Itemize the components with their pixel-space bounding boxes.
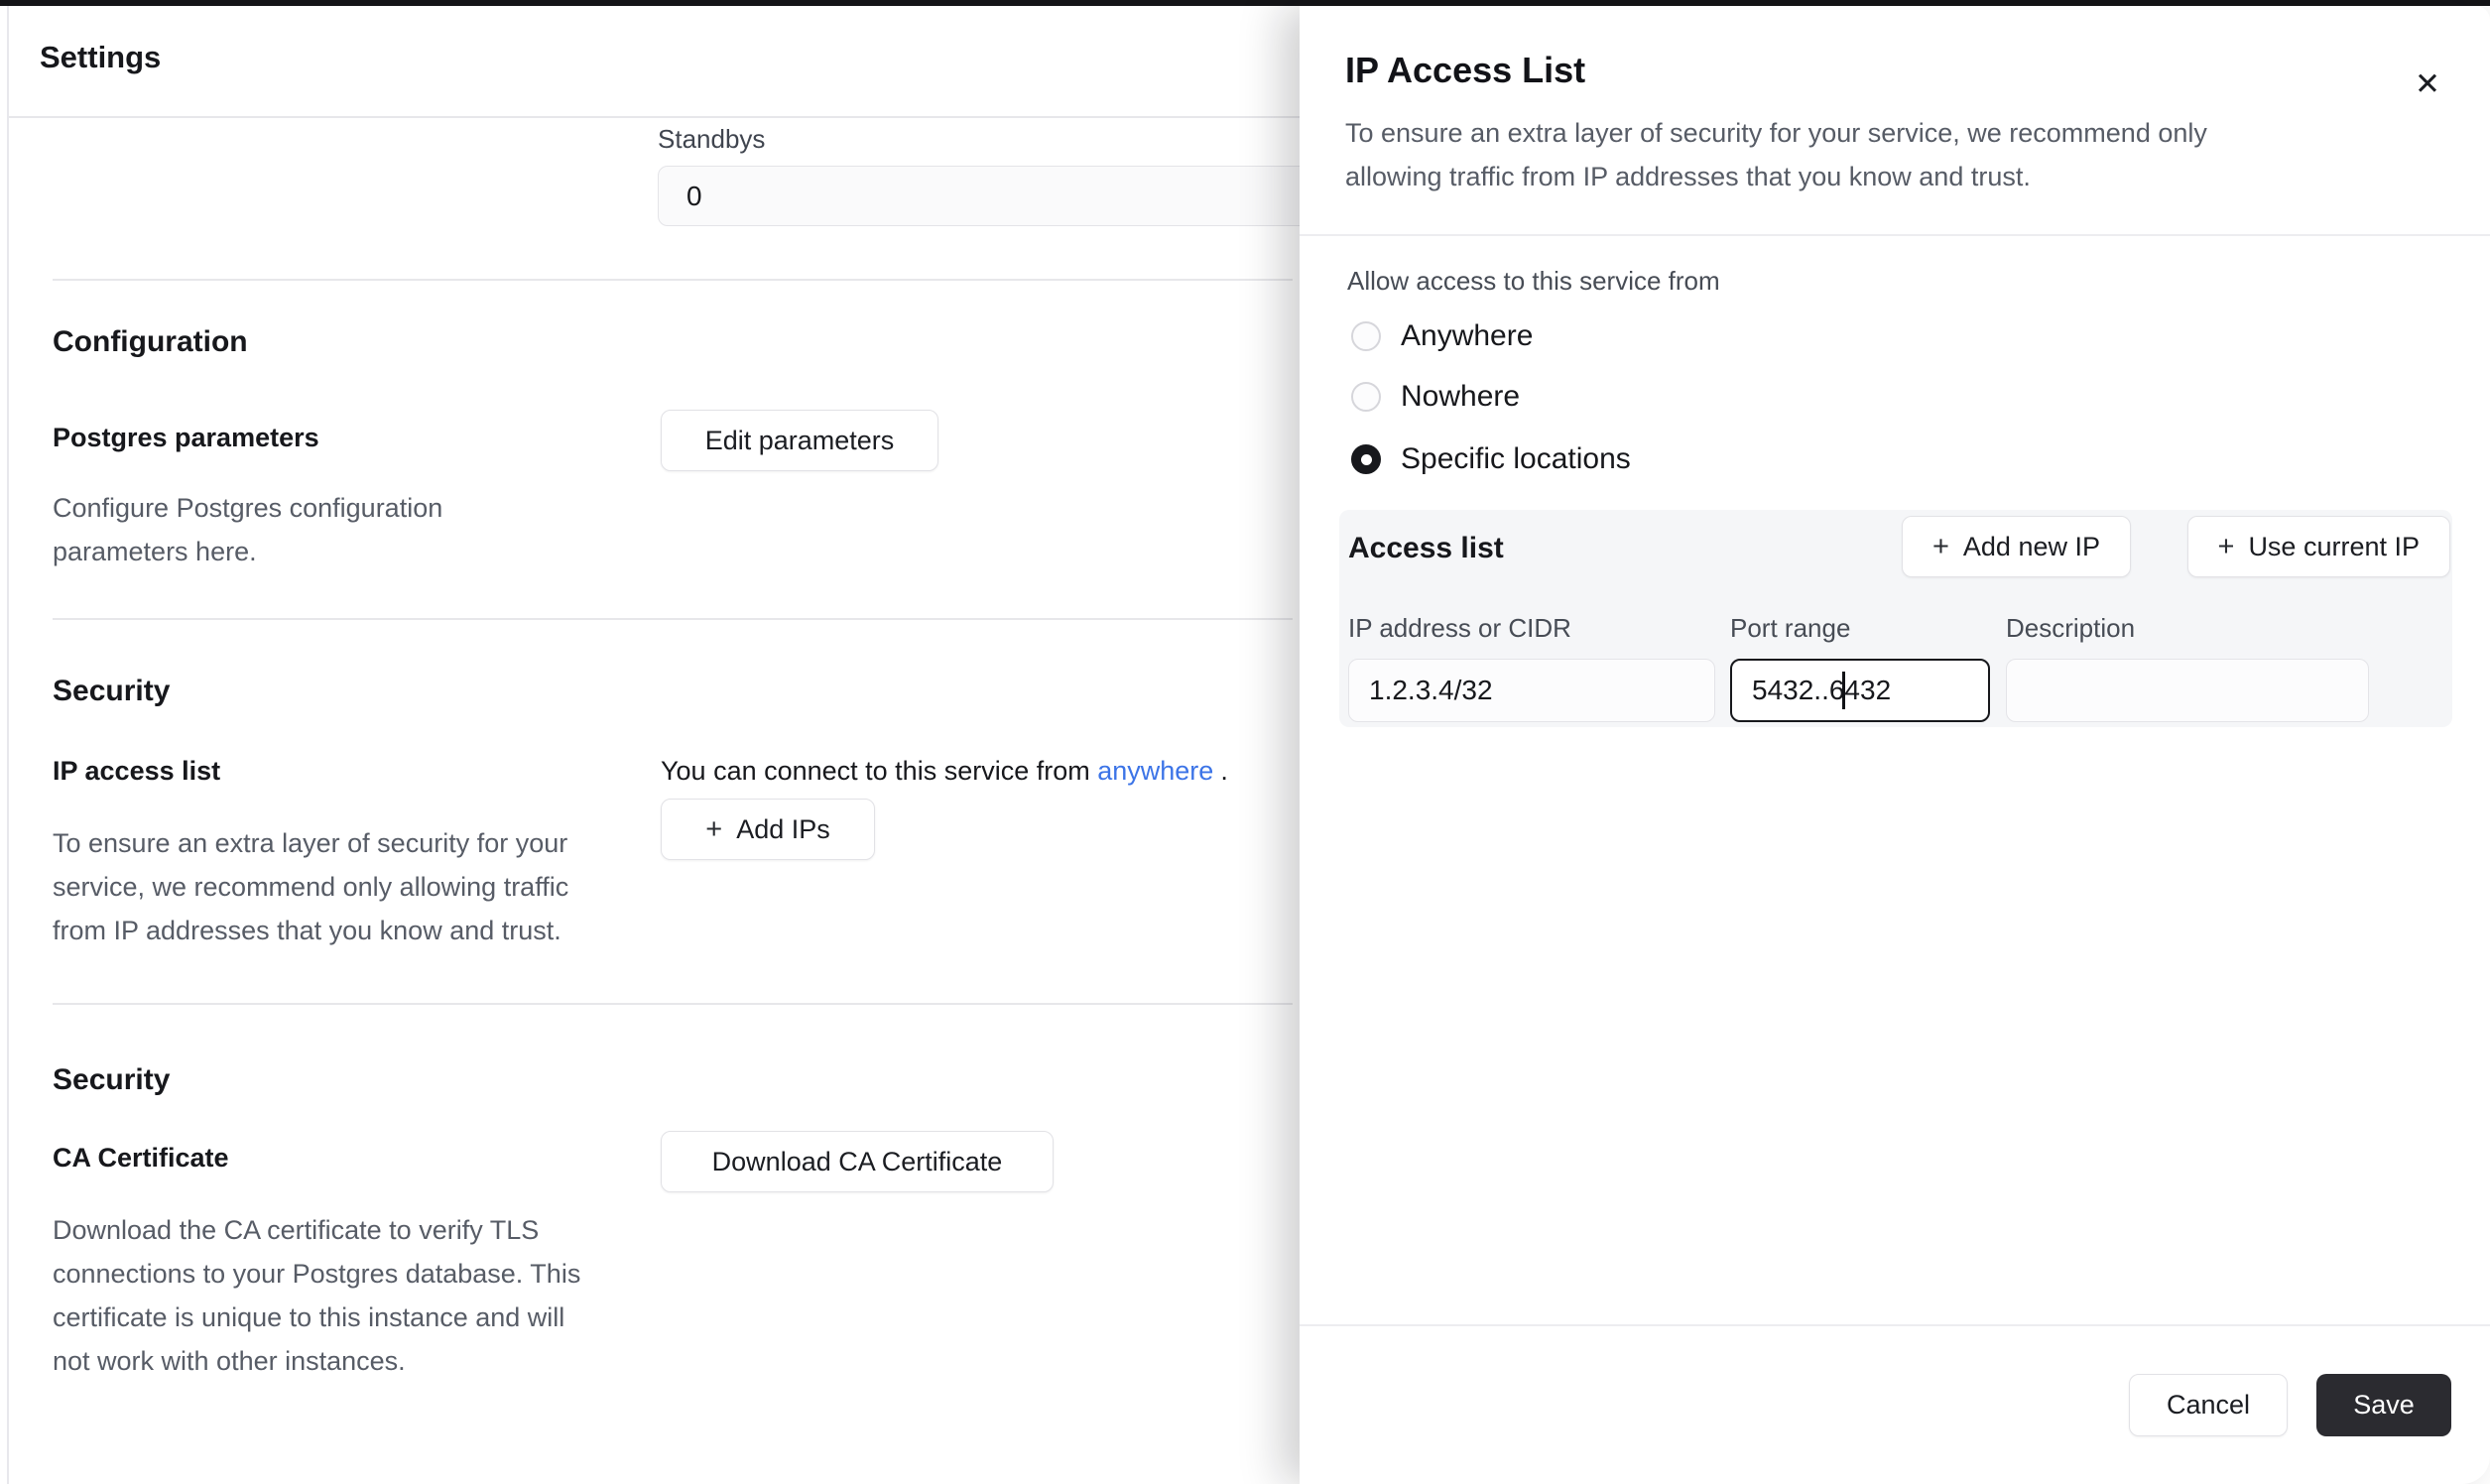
postgres-parameters-description: Configure Postgres configuration paramet… xyxy=(53,486,583,573)
drawer-title: IP Access List xyxy=(1345,50,1585,91)
description-input[interactable] xyxy=(2006,659,2369,722)
section-divider xyxy=(53,618,1293,620)
ip-access-list-description: To ensure an extra layer of security for… xyxy=(53,821,583,952)
edit-parameters-button[interactable]: Edit parameters xyxy=(661,410,938,471)
use-current-ip-label: Use current IP xyxy=(2248,532,2420,562)
allow-access-label: Allow access to this service from xyxy=(1347,266,1720,297)
download-ca-label: Download CA Certificate xyxy=(712,1147,1003,1177)
radio-icon[interactable] xyxy=(1351,382,1381,412)
configuration-heading: Configuration xyxy=(53,325,248,359)
column-header-ip: IP address or CIDR xyxy=(1348,613,1571,644)
drawer-description: To ensure an extra layer of security for… xyxy=(1345,111,2288,198)
download-ca-certificate-button[interactable]: Download CA Certificate xyxy=(661,1131,1054,1192)
radio-icon[interactable] xyxy=(1351,321,1381,351)
radio-label: Specific locations xyxy=(1401,442,1631,476)
cancel-label: Cancel xyxy=(2167,1390,2250,1421)
radio-option-specific-locations[interactable]: Specific locations xyxy=(1351,437,1631,481)
security-ca-heading: Security xyxy=(53,1063,170,1097)
radio-option-nowhere[interactable]: Nowhere xyxy=(1351,375,1520,419)
plus-icon: + xyxy=(2218,533,2235,561)
cancel-button[interactable]: Cancel xyxy=(2129,1374,2288,1436)
save-button[interactable]: Save xyxy=(2316,1374,2451,1436)
postgres-parameters-label: Postgres parameters xyxy=(53,423,319,453)
ip-address-input[interactable]: 1.2.3.4/32 xyxy=(1348,659,1715,722)
close-icon[interactable]: ✕ xyxy=(2405,62,2450,107)
standbys-value: 0 xyxy=(686,181,702,212)
drawer-header-divider xyxy=(1300,234,2490,236)
port-range-input[interactable]: 5432..6432 xyxy=(1730,659,1990,722)
add-ips-button[interactable]: + Add IPs xyxy=(661,799,875,860)
add-new-ip-button[interactable]: + Add new IP xyxy=(1902,516,2131,577)
security-heading: Security xyxy=(53,675,170,708)
column-header-description: Description xyxy=(2006,613,2135,644)
ip-access-list-drawer: IP Access List ✕ To ensure an extra laye… xyxy=(1300,6,2490,1484)
drawer-footer-divider xyxy=(1300,1324,2490,1326)
radio-icon[interactable] xyxy=(1351,444,1381,474)
add-ips-label: Add IPs xyxy=(736,814,830,845)
connect-from-text: You can connect to this service from any… xyxy=(661,756,1228,787)
plus-icon: + xyxy=(705,815,722,844)
header-divider xyxy=(9,116,1308,118)
ip-address-value: 1.2.3.4/32 xyxy=(1369,675,1493,706)
radio-label: Anywhere xyxy=(1401,319,1533,353)
section-divider xyxy=(53,1003,1293,1005)
column-header-port-range: Port range xyxy=(1730,613,1850,644)
access-list-section: Access list + Add new IP + Use current I… xyxy=(1339,510,2452,727)
access-list-heading: Access list xyxy=(1348,532,1504,565)
ca-certificate-label: CA Certificate xyxy=(53,1143,229,1174)
connect-text-suffix: . xyxy=(1220,756,1228,786)
edit-parameters-label: Edit parameters xyxy=(705,426,895,456)
plus-icon: + xyxy=(1932,533,1949,561)
standbys-label: Standbys xyxy=(658,124,765,155)
ip-access-list-label: IP access list xyxy=(53,756,220,787)
anywhere-link[interactable]: anywhere xyxy=(1097,756,1213,786)
use-current-ip-button[interactable]: + Use current IP xyxy=(2187,516,2451,577)
radio-label: Nowhere xyxy=(1401,380,1520,414)
section-divider xyxy=(53,279,1293,281)
page-title: Settings xyxy=(40,40,161,75)
connect-text-prefix: You can connect to this service from xyxy=(661,756,1097,786)
text-caret xyxy=(1842,672,1845,709)
app-screen: Settings Standbys 0 Configuration Postgr… xyxy=(0,0,2490,1484)
save-label: Save xyxy=(2353,1390,2415,1421)
radio-option-anywhere[interactable]: Anywhere xyxy=(1351,314,1533,358)
standbys-input[interactable]: 0 xyxy=(658,166,1328,226)
port-range-value: 5432..6432 xyxy=(1752,675,1891,706)
ca-certificate-description: Download the CA certificate to verify TL… xyxy=(53,1208,583,1383)
add-new-ip-label: Add new IP xyxy=(1963,532,2100,562)
